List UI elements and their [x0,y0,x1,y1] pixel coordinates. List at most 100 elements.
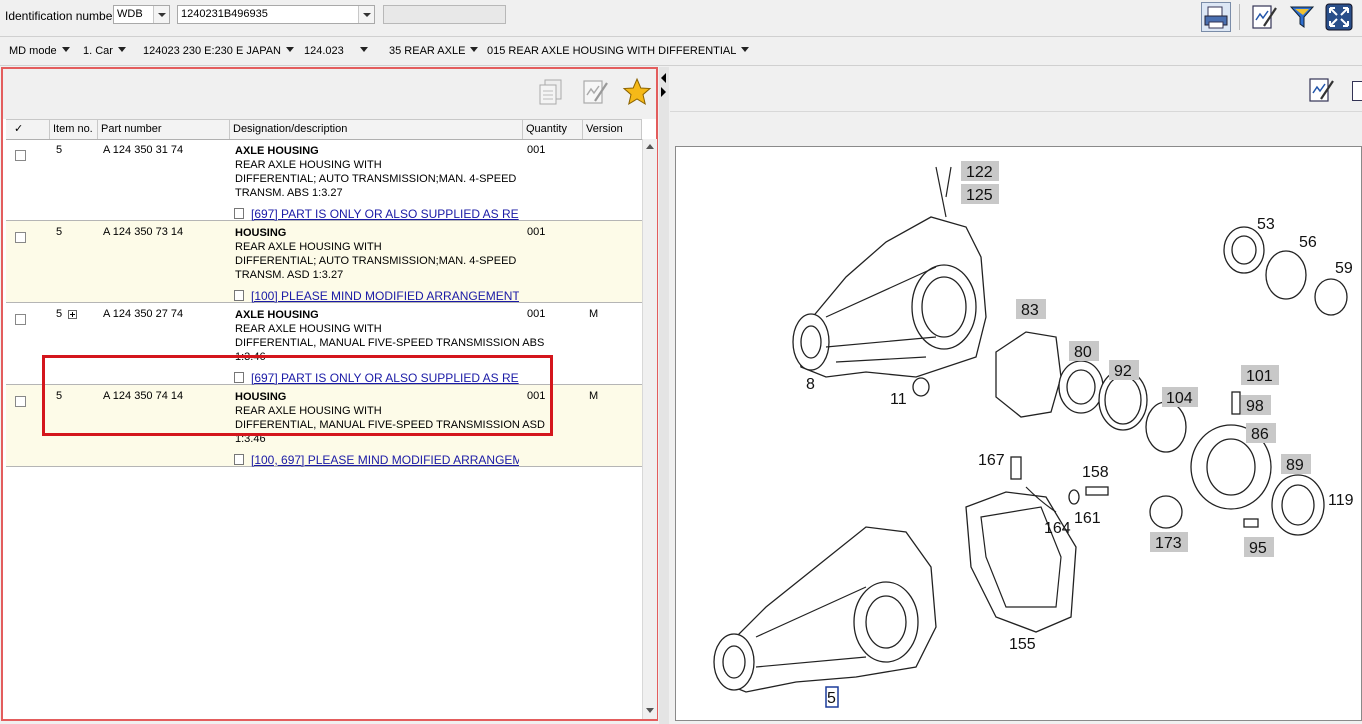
breadcrumb-vehicle-class[interactable]: 1. Car [83,45,126,57]
column-header-description[interactable]: Designation/description [230,120,523,139]
filter-icon[interactable] [1287,2,1317,32]
column-header-check[interactable]: ✓ [6,120,50,139]
vertical-scrollbar[interactable] [642,139,657,719]
chevron-down-icon[interactable] [741,47,750,52]
part-label: 155 [1009,636,1036,653]
part-label: 158 [1082,464,1109,481]
copy-icon[interactable] [536,77,566,107]
desc-line: REAR AXLE HOUSING WITH [235,241,382,253]
breadcrumb-group[interactable]: 35 REAR AXLE [389,45,479,57]
desc-line: DIFFERENTIAL, MANUAL FIVE-SPEED TRANSMIS… [235,337,545,349]
part-label: 83 [1021,302,1039,319]
part-label: 98 [1246,398,1264,415]
vin-prefix-select[interactable]: WDB [113,5,170,24]
page-icon[interactable] [1352,81,1362,101]
part-title: AXLE HOUSING [235,309,319,321]
footnote-text[interactable]: [100] PLEASE MIND MODIFIED ARRANGEMENT [251,289,519,303]
table-header: ✓ Item no. Part number Designation/descr… [6,119,642,140]
row-checkbox[interactable] [15,314,26,325]
part-number: A 124 350 73 14 [103,226,184,238]
chevron-down-icon[interactable] [359,47,368,52]
scroll-down-icon[interactable] [646,708,654,713]
column-header-item-no[interactable]: Item no. [50,120,98,139]
gasket-83 [995,331,1062,418]
notes-edit-icon[interactable] [1306,75,1336,105]
footnote-link[interactable]: [697] PART IS ONLY OR ALSO SUPPLIED AS R… [234,207,519,221]
column-header-part-number[interactable]: Part number [98,120,230,139]
part-title: AXLE HOUSING [235,145,319,157]
breadcrumb-subgroup[interactable]: 015 REAR AXLE HOUSING WITH DIFFERENTIAL [487,45,750,57]
chevron-down-icon[interactable] [153,6,169,23]
panel-splitter[interactable] [659,67,669,724]
toolbar-separator [1239,4,1240,30]
collapse-left-icon[interactable] [661,73,666,83]
breadcrumb-mode[interactable]: MD mode [9,45,70,57]
part-label: 11 [890,391,907,408]
part-label: 56 [1299,234,1317,251]
scroll-up-icon[interactable] [646,144,654,149]
column-header-quantity[interactable]: Quantity [523,120,583,139]
footnote-link[interactable]: [100] PLEASE MIND MODIFIED ARRANGEMENT [234,289,519,303]
part-description: AXLE HOUSING REAR AXLE HOUSING WITH DIFF… [235,144,516,200]
part-label: 122 [966,164,993,181]
part-label: 8 [806,376,815,393]
breadcrumb: MD mode 1. Car 124023 230 E:230 E JAPAN … [0,37,1362,66]
vin-input[interactable]: 1240231B496935 [177,5,375,24]
identification-number-label: Identification number [5,9,117,23]
row-checkbox[interactable] [15,232,26,243]
note-icon [234,208,244,219]
part-label: 167 [978,452,1005,469]
part-label-selected: 5 [827,690,836,707]
selected-row-highlight [42,355,553,436]
parts-list-panel: ✓ Item no. Part number Designation/descr… [1,67,658,721]
desc-line: REAR AXLE HOUSING WITH [235,159,382,171]
desc-line: REAR AXLE HOUSING WITH [235,323,382,335]
part-label: 119 [1328,492,1354,509]
chevron-down-icon[interactable] [61,47,70,52]
footnote-text[interactable]: [100, 697] PLEASE MIND MODIFIED ARRANGEM [251,453,519,467]
notes-edit-icon[interactable] [580,77,610,107]
table-row[interactable]: 5 A 124 350 31 74 AXLE HOUSING REAR AXLE… [6,139,642,221]
favorite-star-icon[interactable] [622,77,652,107]
desc-line: TRANSM. ASD 1:3.27 [235,269,344,281]
part-number: A 124 350 27 74 [103,308,184,320]
part-label: 104 [1166,390,1193,407]
axle-housing-lower [713,526,937,693]
table-row[interactable]: 5 A 124 350 73 14 HOUSING REAR AXLE HOUS… [6,221,642,303]
part-title: HOUSING [235,227,287,239]
part-label: 161 [1074,510,1101,527]
cover-155 [965,491,1077,633]
breadcrumb-chassis[interactable]: 124.023 [304,45,368,57]
vin-value: 1240231B496935 [181,8,268,20]
notes-edit-icon[interactable] [1249,2,1279,32]
part-number: A 124 350 31 74 [103,144,184,156]
row-checkbox[interactable] [15,150,26,161]
chevron-down-icon[interactable] [117,47,126,52]
part-label: 173 [1155,535,1182,552]
part-label: 86 [1251,426,1269,443]
breadcrumb-model[interactable]: 124023 230 E:230 E JAPAN [143,45,295,57]
part-label: 101 [1246,368,1273,385]
diagram-panel: 122 125 53 56 59 8 83 80 92 101 98 104 8… [670,67,1362,724]
top-toolbar: Identification number WDB 1240231B496935 [0,0,1362,37]
row-checkbox[interactable] [15,396,26,407]
parts-list-toolbar [3,69,656,119]
desc-line: TRANSM. ABS 1:3.27 [235,187,343,199]
column-header-version[interactable]: Version [583,120,642,139]
chevron-down-icon[interactable] [470,47,479,52]
chevron-down-icon[interactable] [286,47,295,52]
expand-right-icon[interactable] [661,87,666,97]
version: M [589,390,599,402]
part-label: 53 [1257,216,1275,233]
exploded-diagram[interactable]: 122 125 53 56 59 8 83 80 92 101 98 104 8… [675,146,1362,721]
vin-extra-field [383,5,506,24]
footnote-link[interactable]: [100, 697] PLEASE MIND MODIFIED ARRANGEM [234,453,519,467]
chevron-down-icon[interactable] [358,6,374,23]
part-label: 95 [1249,540,1267,557]
print-icon[interactable] [1201,2,1231,32]
expand-plus-icon[interactable] [68,310,77,319]
fullscreen-icon[interactable] [1324,2,1354,32]
part-label: 164 [1044,520,1071,537]
footnote-text[interactable]: [697] PART IS ONLY OR ALSO SUPPLIED AS R… [251,207,519,221]
quantity: 001 [527,308,546,320]
